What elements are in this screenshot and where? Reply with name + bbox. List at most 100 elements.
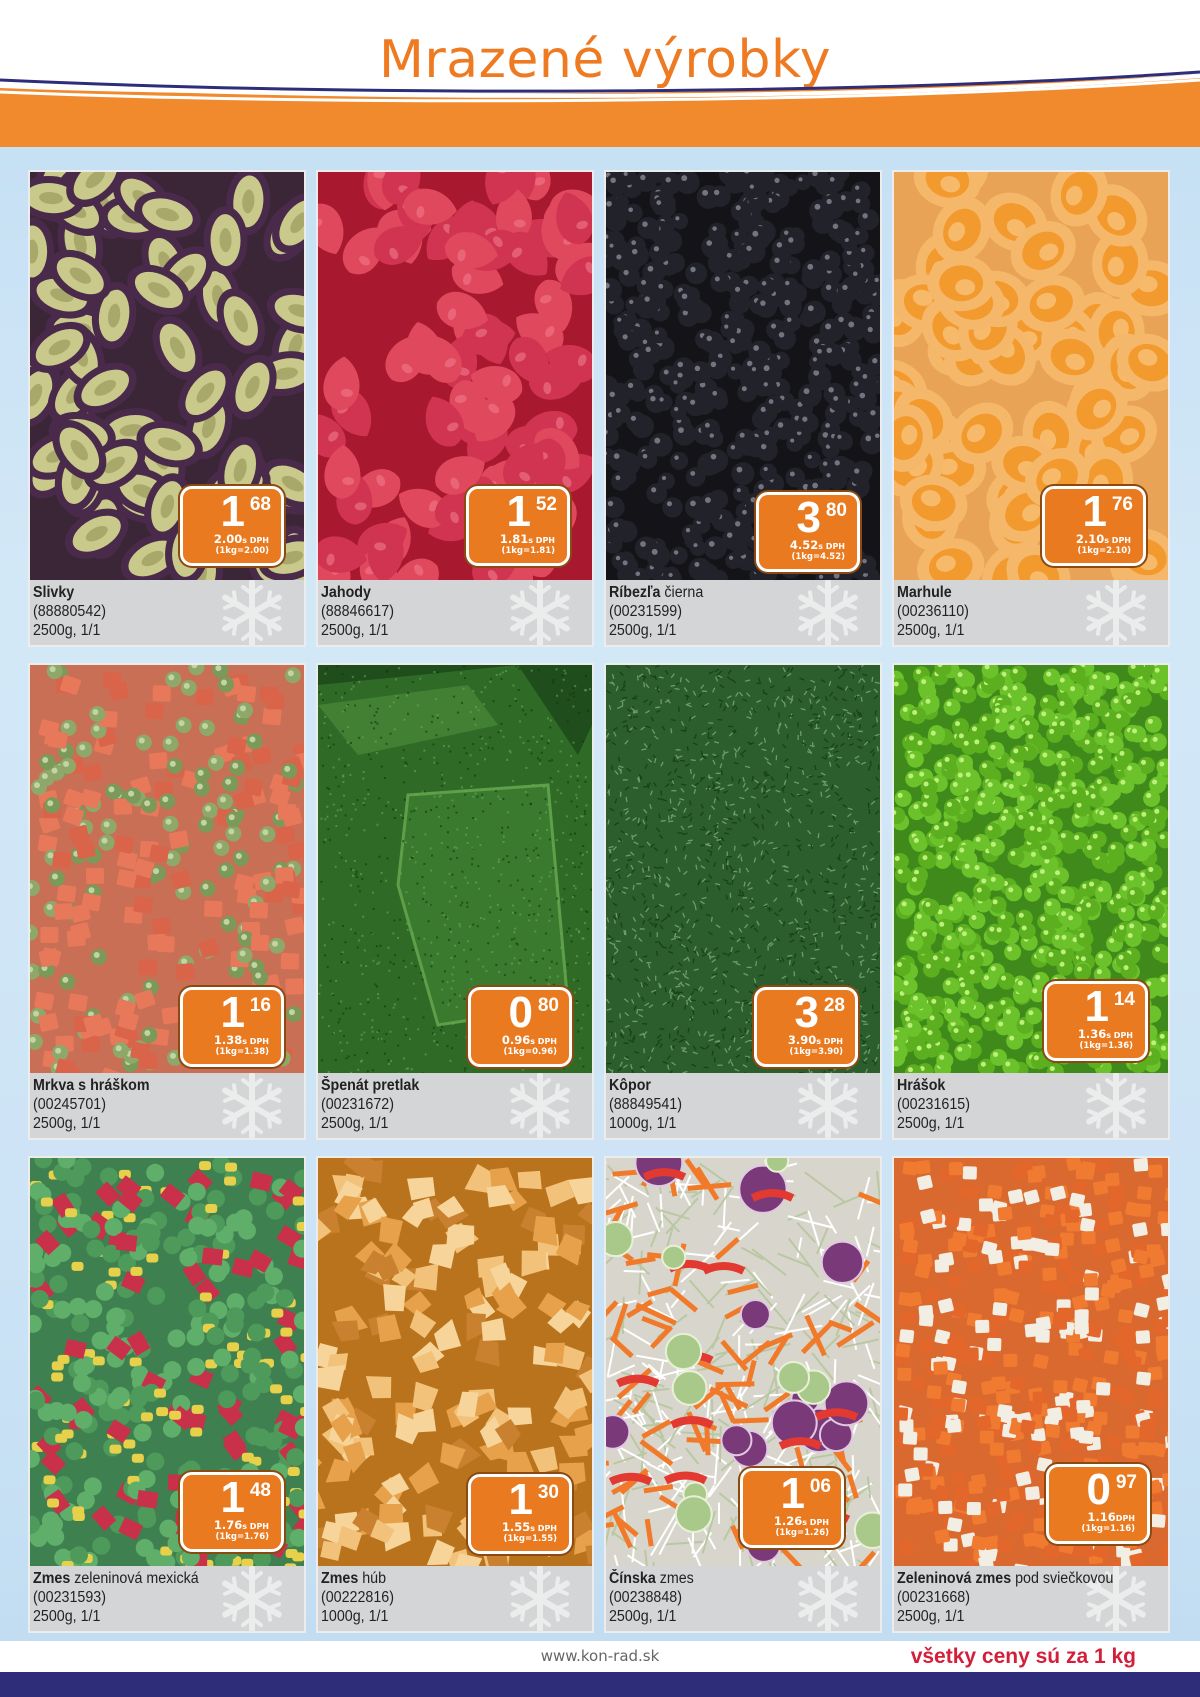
product-pack: 2500g, 1/1 xyxy=(897,1608,965,1625)
price-cents: 28 xyxy=(823,995,845,1016)
price-cents: 80 xyxy=(825,500,847,521)
product-info: Marhule (00236110) 2500g, 1/1 xyxy=(894,580,1168,645)
product-pack: 2500g, 1/1 xyxy=(33,1115,101,1132)
product-card[interactable]: 0 97 1.16DPH (1kg=1.16) Zeleninová zmes … xyxy=(892,1156,1170,1633)
product-name: Ríbezľa čierna xyxy=(609,584,704,601)
product-grid: 1 68 2.00s DPH (1kg=2.00) Slivky (888805… xyxy=(28,170,1170,1633)
product-pack: 2500g, 1/1 xyxy=(897,1115,965,1132)
product-pack: 2500g, 1/1 xyxy=(321,1115,389,1132)
price-whole: 1 xyxy=(220,1473,245,1522)
footer-bar xyxy=(0,1672,1200,1697)
price-per-kg: (1kg=1.38) xyxy=(215,1047,269,1057)
price-per-kg: (1kg=1.26) xyxy=(775,1528,829,1538)
price-per-kg: (1kg=1.76) xyxy=(215,1532,269,1542)
product-pack: 2500g, 1/1 xyxy=(33,1608,101,1625)
product-info: Mrkva s hráškom (00245701) 2500g, 1/1 xyxy=(30,1073,304,1138)
price-cents: 48 xyxy=(249,1480,271,1501)
product-code: (00222816) xyxy=(321,1589,394,1606)
product-code: (00245701) xyxy=(33,1096,106,1113)
price-per-kg: (1kg=2.00) xyxy=(215,546,269,556)
product-card[interactable]: 3 28 3.90s DPH (1kg=3.90) Kôpor (8884954… xyxy=(604,663,882,1140)
product-name: Zeleninová zmes pod sviečkovou xyxy=(897,1570,1114,1587)
price-whole: 1 xyxy=(506,487,531,536)
product-code: (88846617) xyxy=(321,603,394,620)
snowflake-icon xyxy=(222,580,282,645)
price-per-kg: (1kg=0.96) xyxy=(503,1047,557,1057)
price-badge: 1 52 1.81s DPH (1kg=1.81) xyxy=(466,486,570,566)
product-info: Jahody (88846617) 2500g, 1/1 xyxy=(318,580,592,645)
price-whole: 0 xyxy=(508,988,533,1037)
price-with-vat: 1.38s DPH xyxy=(213,1033,269,1047)
snowflake-icon xyxy=(1086,1073,1146,1138)
price-whole: 1 xyxy=(508,1475,533,1524)
price-badge: 0 80 0.96s DPH (1kg=0.96) xyxy=(468,987,572,1067)
product-name: Mrkva s hráškom xyxy=(33,1077,150,1094)
price-badge: 1 30 1.55s DPH (1kg=1.55) xyxy=(468,1474,572,1554)
price-per-kg: (1kg=1.16) xyxy=(1081,1524,1135,1534)
price-whole: 3 xyxy=(796,493,821,542)
product-info: Kôpor (88849541) 1000g, 1/1 xyxy=(606,1073,880,1138)
price-with-vat: 1.76s DPH xyxy=(213,1518,269,1532)
product-name: Zmes zeleninová mexická xyxy=(33,1570,199,1587)
product-name: Marhule xyxy=(897,584,952,601)
price-with-vat: 1.81s DPH xyxy=(499,532,555,546)
price-whole: 1 xyxy=(220,487,245,536)
price-with-vat: 1.26s DPH xyxy=(773,1514,829,1528)
product-code: (00231668) xyxy=(897,1589,970,1606)
product-card[interactable]: 1 52 1.81s DPH (1kg=1.81) Jahody (888466… xyxy=(316,170,594,647)
price-cents: 06 xyxy=(809,1476,831,1497)
product-card[interactable]: 1 76 2.10s DPH (1kg=2.10) Marhule (00236… xyxy=(892,170,1170,647)
price-cents: 97 xyxy=(1115,1472,1137,1493)
price-cents: 80 xyxy=(537,995,559,1016)
price-per-kg: (1kg=3.90) xyxy=(789,1047,843,1057)
price-badge: 1 48 1.76s DPH (1kg=1.76) xyxy=(180,1472,284,1552)
product-code: (00231599) xyxy=(609,603,682,620)
product-card[interactable]: 1 14 1.36s DPH (1kg=1.36) Hrášok (002316… xyxy=(892,663,1170,1140)
price-whole: 1 xyxy=(220,988,245,1037)
product-card[interactable]: 1 68 2.00s DPH (1kg=2.00) Slivky (888805… xyxy=(28,170,306,647)
product-card[interactable]: 1 06 1.26s DPH (1kg=1.26) Čínska zmes (0… xyxy=(604,1156,882,1633)
price-badge: 1 76 2.10s DPH (1kg=2.10) xyxy=(1042,486,1146,566)
snowflake-icon xyxy=(510,580,570,645)
price-badge: 0 97 1.16DPH (1kg=1.16) xyxy=(1046,1464,1150,1544)
price-with-vat: 3.90s DPH xyxy=(787,1033,843,1047)
price-with-vat: 1.36s DPH xyxy=(1077,1027,1133,1041)
price-badge: 1 14 1.36s DPH (1kg=1.36) xyxy=(1044,981,1148,1061)
price-cents: 16 xyxy=(249,995,271,1016)
price-whole: 3 xyxy=(794,988,819,1037)
price-per-kg: (1kg=1.55) xyxy=(503,1534,557,1544)
product-pack: 2500g, 1/1 xyxy=(897,622,965,639)
price-with-vat: 2.00s DPH xyxy=(213,532,269,546)
price-badge: 3 80 4.52s DPH (1kg=4.52) xyxy=(756,492,860,572)
snowflake-icon xyxy=(798,1566,858,1631)
product-code: (00238848) xyxy=(609,1589,682,1606)
price-badge: 3 28 3.90s DPH (1kg=3.90) xyxy=(754,987,858,1067)
product-pack: 1000g, 1/1 xyxy=(321,1608,389,1625)
product-pack: 2500g, 1/1 xyxy=(33,622,101,639)
product-info: Zeleninová zmes pod sviečkovou (00231668… xyxy=(894,1566,1168,1631)
price-cents: 68 xyxy=(249,494,271,515)
price-whole: 1 xyxy=(1084,982,1109,1031)
product-name: Čínska zmes xyxy=(609,1570,694,1587)
product-card[interactable]: 0 80 0.96s DPH (1kg=0.96) Špenát pretlak… xyxy=(316,663,594,1140)
product-card[interactable]: 1 30 1.55s DPH (1kg=1.55) Zmes húb (0022… xyxy=(316,1156,594,1633)
product-card[interactable]: 1 16 1.38s DPH (1kg=1.38) Mrkva s hráško… xyxy=(28,663,306,1140)
product-card[interactable]: 3 80 4.52s DPH (1kg=4.52) Ríbezľa čierna… xyxy=(604,170,882,647)
footer-price-note: všetky ceny sú za 1 kg xyxy=(910,1645,1136,1668)
price-whole: 1 xyxy=(1082,487,1107,536)
product-info: Zmes zeleninová mexická (00231593) 2500g… xyxy=(30,1566,304,1631)
product-info: Hrášok (00231615) 2500g, 1/1 xyxy=(894,1073,1168,1138)
price-cents: 14 xyxy=(1113,989,1135,1010)
product-code: (88880542) xyxy=(33,603,106,620)
price-with-vat: 2.10s DPH xyxy=(1075,532,1131,546)
product-name: Hrášok xyxy=(897,1077,946,1094)
price-with-vat: 0.96s DPH xyxy=(501,1033,557,1047)
price-cents: 52 xyxy=(535,494,557,515)
product-name: Špenát pretlak xyxy=(321,1077,420,1094)
product-card[interactable]: 1 48 1.76s DPH (1kg=1.76) Zmes zeleninov… xyxy=(28,1156,306,1633)
price-per-kg: (1kg=4.52) xyxy=(791,552,845,562)
price-whole: 1 xyxy=(780,1469,805,1518)
product-name: Jahody xyxy=(321,584,371,601)
product-pack: 2500g, 1/1 xyxy=(609,622,677,639)
price-badge: 1 68 2.00s DPH (1kg=2.00) xyxy=(180,486,284,566)
